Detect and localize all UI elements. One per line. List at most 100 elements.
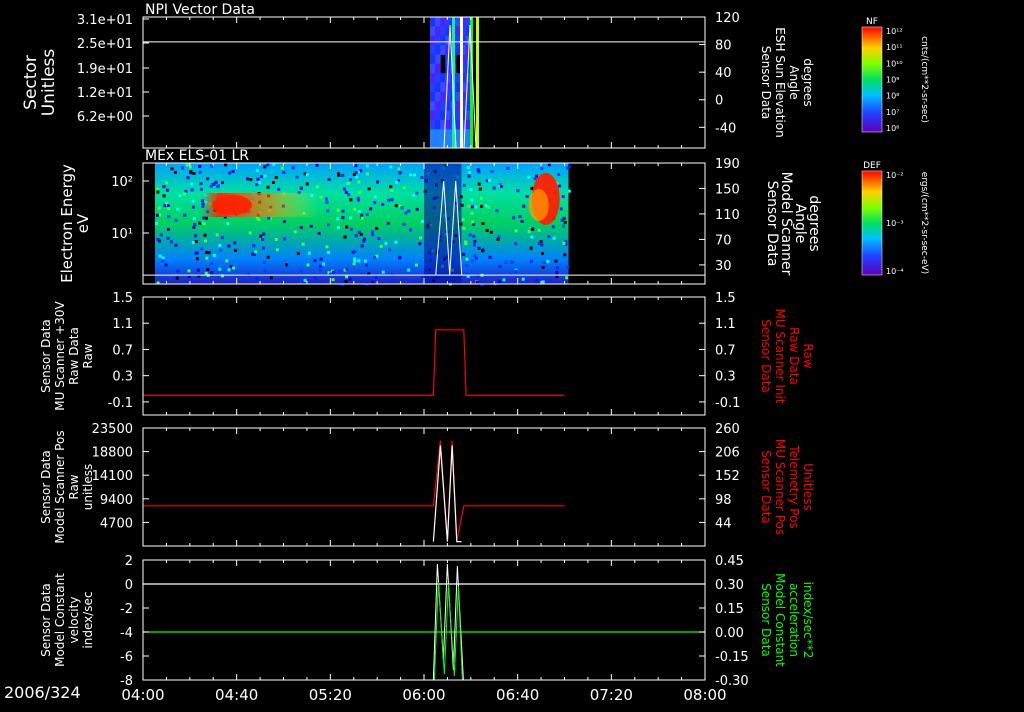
spectrogram-pixel	[476, 168, 480, 172]
spectrogram-pixel	[157, 206, 161, 210]
spectrogram-pixel	[481, 249, 485, 253]
heatmap-cell	[445, 119, 451, 130]
spectrogram-pixel	[347, 193, 351, 197]
spectrogram-pixel	[192, 217, 196, 221]
spectrogram-pixel	[474, 257, 478, 261]
spectrogram-pixel	[381, 270, 385, 274]
x-tick-label: 06:40	[496, 686, 539, 704]
y2-tick-label: 110	[715, 208, 740, 223]
spectrogram-pixel	[315, 163, 319, 167]
spectrogram-pixel	[499, 184, 503, 188]
spectrogram-pixel	[489, 230, 493, 234]
spectrogram-pixel	[205, 256, 209, 260]
spectrogram-pixel	[327, 177, 331, 181]
spectrogram-pixel	[375, 226, 379, 230]
y-tick-label: -0.1	[108, 396, 133, 411]
colorbar-tick-label: 10⁻²	[886, 171, 904, 180]
spectrogram-pixel	[262, 232, 266, 236]
spectrogram-pixel	[194, 234, 198, 238]
colorbar-unit: cnts/(cm**2-sr-sec)	[919, 36, 929, 123]
spectrogram-pixel	[530, 227, 534, 231]
spectrogram-pixel	[202, 222, 206, 226]
spectrogram-pixel	[200, 247, 204, 251]
spectrogram-pixel	[159, 233, 163, 237]
spectrogram-pixel	[252, 244, 256, 248]
heatmap-cell	[440, 101, 446, 112]
heatmap-cell	[440, 45, 446, 55]
spectrogram-pixel	[560, 218, 564, 222]
heatmap-cell	[445, 35, 451, 46]
spectrogram-pixel	[360, 213, 364, 217]
spectrogram-pixel	[199, 187, 203, 191]
spectrogram-pixel	[220, 236, 224, 240]
spectrogram-pixel	[174, 218, 178, 222]
panel-title: NPI Vector Data	[145, 2, 255, 18]
spectrogram-pixel	[537, 242, 541, 246]
spectrogram-pixel	[487, 178, 491, 182]
y2-axis-label: ESH Sun Elevation	[773, 27, 787, 137]
heatmap-cell	[435, 45, 441, 55]
y2-tick-label: 40	[715, 66, 732, 81]
spectrogram-pixel	[258, 181, 262, 185]
spectrogram-pixel	[546, 260, 550, 264]
spectrogram-pixel	[555, 266, 559, 270]
spectrogram-pixel	[365, 213, 369, 217]
x-tick-label: 07:20	[590, 686, 633, 704]
spectrogram-pixel	[226, 222, 230, 226]
spectrogram-pixel	[155, 213, 159, 217]
spectrogram-pixel	[325, 245, 329, 249]
colorbar-tick-label: 10⁹	[886, 76, 899, 85]
spectrogram-pixel	[206, 177, 210, 181]
spectrogram-pixel	[156, 187, 160, 191]
spectrogram-pixel	[469, 188, 473, 192]
y-tick-label: 4700	[100, 516, 133, 531]
spectrogram-pixel	[266, 163, 270, 167]
y-axis-label: Raw	[81, 343, 95, 368]
spectrogram-pixel	[409, 228, 413, 232]
spectrogram-pixel	[541, 280, 545, 284]
y2-axis-label: degrees	[806, 195, 822, 251]
spectrogram-pixel	[319, 257, 323, 261]
y2-tick-label: 0.3	[715, 370, 736, 385]
spectrogram-pixel	[533, 177, 537, 181]
y2-axis-label: acceleration	[787, 583, 801, 657]
spectrogram-pixel	[260, 174, 264, 178]
y2-tick-label: 150	[715, 182, 740, 197]
spectrogram-pixel	[510, 260, 514, 264]
panel-title: MEx ELS-01 LR	[145, 148, 249, 164]
spectrogram-pixel	[412, 193, 416, 197]
spectrogram-pixel	[296, 251, 300, 255]
spectrogram-pixel	[555, 275, 559, 279]
colorbar-tick-label: 10⁷	[886, 108, 899, 117]
spectrogram-pixel	[466, 165, 470, 169]
y2-tick-label: 0.30	[715, 578, 744, 593]
spectrogram-pixel	[307, 251, 311, 255]
spectrogram-pixel	[547, 235, 551, 239]
spectrogram-pixel	[543, 261, 547, 265]
y2-tick-label: 0	[715, 94, 723, 109]
heatmap-cell	[435, 35, 441, 46]
spectrogram-pixel	[165, 188, 169, 192]
heatmap-cell	[430, 110, 436, 121]
spectrogram-pixel	[373, 256, 377, 260]
spectrogram-pixel	[218, 248, 222, 252]
colorbar-label: DEF	[863, 161, 881, 171]
spectrogram-pixel	[336, 217, 340, 221]
spectrogram-pixel	[254, 250, 258, 254]
spectrogram-pixel	[371, 233, 375, 237]
spectrogram-pixel	[231, 169, 235, 173]
spectrogram-pixel	[363, 237, 367, 241]
spectrogram-pixel	[354, 234, 358, 238]
spectrogram-pixel	[282, 170, 286, 174]
spectrogram-pixel	[157, 239, 161, 243]
colorbar-tick-label: 10¹⁰	[886, 59, 903, 68]
spectrogram-pixel	[379, 244, 383, 248]
spectrogram-pixel	[246, 177, 250, 181]
spectrogram-pixel	[282, 220, 286, 224]
spectrogram-pixel	[488, 255, 492, 259]
spectrogram-pixel	[324, 197, 328, 201]
y2-axis-label: degrees	[801, 58, 815, 106]
spectrogram-pixel	[344, 280, 348, 284]
spectrogram-pixel	[390, 198, 394, 202]
heatmap-cell	[445, 129, 451, 140]
